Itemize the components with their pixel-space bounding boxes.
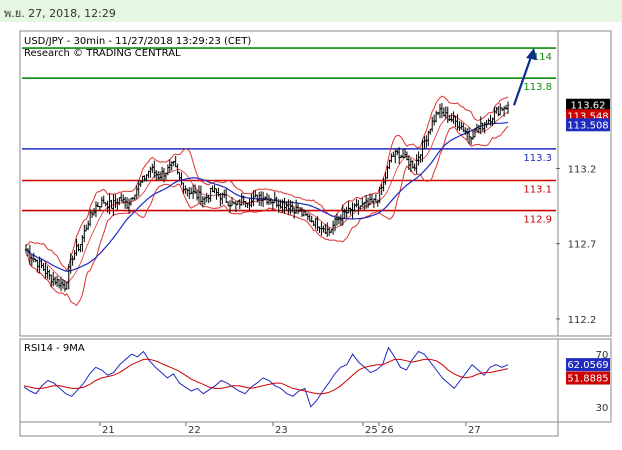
rsi-panel (19, 338, 559, 423)
price-tags: 113.62113.548113.508 (566, 98, 610, 132)
date-tick-label-0: 21 (102, 425, 115, 436)
chart-area: 114113.8113.3113.1112.9 113.2112.7112.2 … (19, 30, 612, 437)
date-tick-label-5: 27 (468, 425, 481, 436)
chart-title: USD/JPY - 30min - 11/27/2018 13:29:23 (C… (24, 36, 251, 47)
date-tick-label-4: 26 (381, 425, 394, 436)
date-tick-label-1: 22 (188, 425, 201, 436)
price-tick-label-1: 112.7 (568, 240, 597, 251)
date-tick-label-2: 23 (275, 425, 288, 436)
rsi-tag-label-1: 51.8885 (567, 374, 608, 385)
rsi-tag-label-0: 62.0569 (567, 360, 608, 371)
price-tick-label-2: 112.2 (568, 315, 597, 326)
price-tag-label-2: 113.508 (567, 120, 608, 131)
level-label-2: 113.3 (523, 153, 552, 164)
rsi-tick-label-2: 30 (596, 403, 609, 414)
level-label-3: 113.1 (523, 184, 552, 195)
date-tick-label-3: 25 (365, 425, 378, 436)
price-axis-panel (557, 30, 612, 337)
price-panel (19, 30, 559, 337)
price-tick-label-0: 113.2 (568, 164, 597, 175)
level-label-4: 112.9 (523, 215, 552, 226)
rsi-title: RSI14 - 9MA (24, 343, 85, 354)
chart-subtitle: Research © TRADING CENTRAL (24, 48, 181, 59)
level-label-1: 113.8 (523, 82, 552, 93)
